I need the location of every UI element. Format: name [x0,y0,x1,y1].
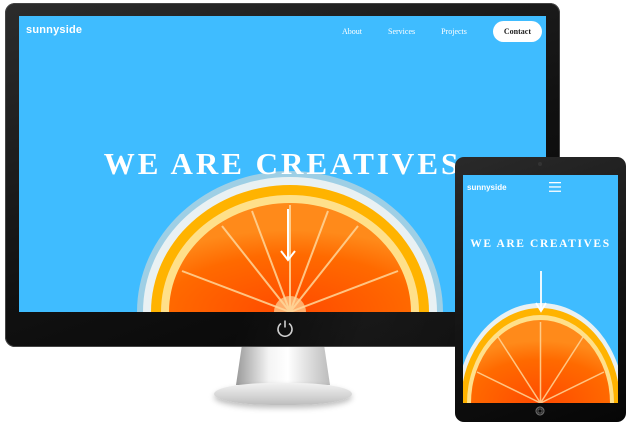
monitor-stand-neck [236,347,330,385]
arrow-down-icon[interactable] [280,209,296,263]
camera-icon [538,162,542,166]
monitor-stand-base [214,383,352,405]
mobile-arrow-down-icon[interactable] [535,271,547,313]
home-button-icon[interactable] [535,406,545,416]
hamburger-menu-icon[interactable] [549,182,561,192]
mobile-hero-title: WE ARE CREATIVES [470,238,611,250]
site-logo[interactable]: sunnyside [26,24,82,36]
nav-link-about[interactable]: About [342,27,362,36]
tablet-screen: sunnyside WE ARE CREATIVES [463,175,618,403]
desktop-nav: About Services Projects Contact [342,21,542,42]
nav-link-services[interactable]: Services [388,27,415,36]
contact-button[interactable]: Contact [492,21,542,42]
nav-link-projects[interactable]: Projects [441,27,467,36]
tablet-device: sunnyside WE ARE CREATIVES [455,157,626,422]
power-icon[interactable] [276,319,294,337]
mobile-site-logo[interactable]: sunnyside [467,183,507,192]
